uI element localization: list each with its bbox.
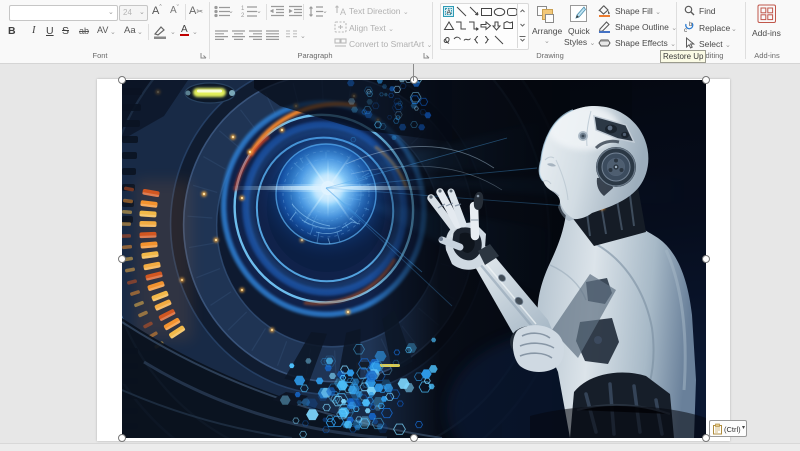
svg-text:1: 1 (241, 6, 245, 12)
svg-text:A: A (340, 7, 346, 16)
svg-text:A: A (447, 9, 452, 16)
svg-text:2: 2 (241, 13, 245, 18)
svg-text:c: c (684, 28, 687, 33)
